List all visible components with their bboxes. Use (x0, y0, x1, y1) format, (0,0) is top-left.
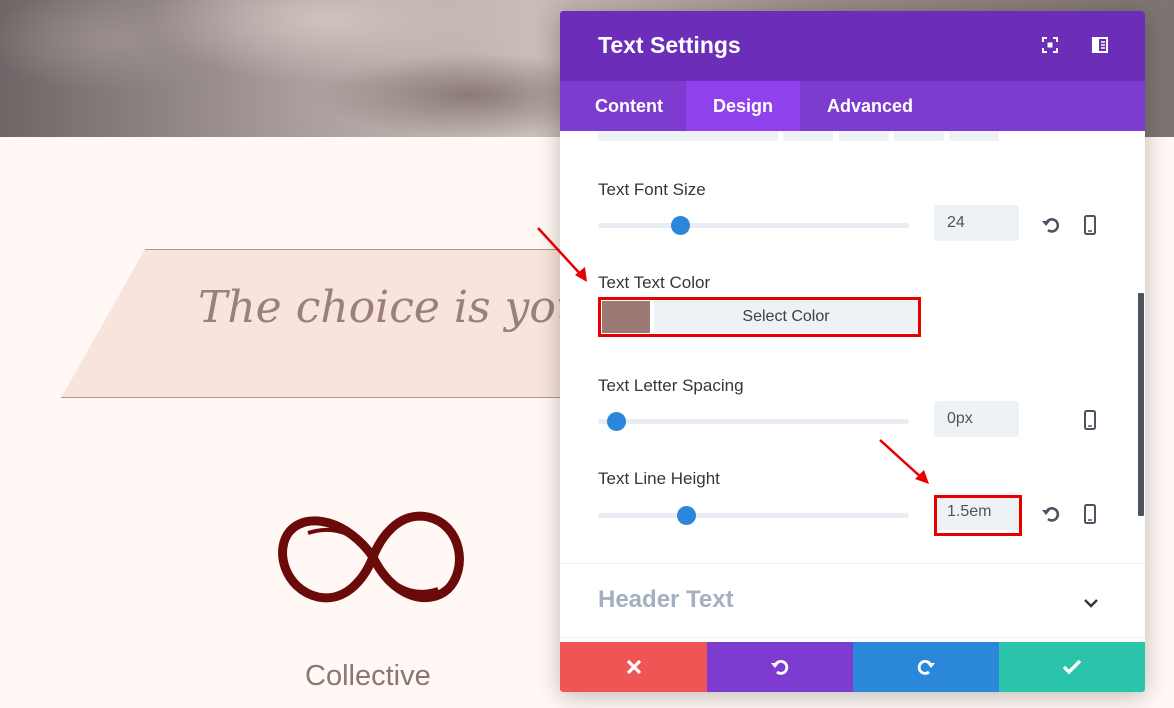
modal-footer (560, 642, 1145, 692)
header-text-section-toggle[interactable]: Header Text (598, 586, 734, 614)
cutoff-button[interactable] (783, 131, 833, 141)
cutoff-button[interactable] (839, 131, 889, 141)
banner-bottom-line (61, 397, 581, 398)
undo-button[interactable] (707, 642, 853, 692)
reset-icon[interactable] (1041, 215, 1061, 235)
infinity-logo-icon (278, 511, 464, 603)
cutoff-select[interactable] (598, 131, 778, 141)
text-settings-modal: Text Settings Content Design Advanced Te… (560, 11, 1145, 692)
slider-thumb[interactable] (677, 506, 696, 525)
mobile-device-icon[interactable] (1080, 215, 1100, 235)
font-size-input[interactable]: 24 (934, 205, 1019, 241)
section-divider (560, 637, 1145, 638)
mobile-device-icon[interactable] (1080, 504, 1100, 524)
annotation-arrow-icon (537, 227, 587, 282)
reset-icon[interactable] (1041, 504, 1061, 524)
scrollbar[interactable] (1138, 293, 1144, 516)
check-icon (1062, 659, 1082, 675)
section-divider (560, 563, 1145, 564)
text-color-label: Text Text Color (598, 273, 711, 292)
line-height-label: Text Line Height (598, 469, 720, 488)
line-height-highlight (934, 495, 1022, 536)
modal-title: Text Settings (598, 32, 741, 58)
letter-spacing-slider[interactable] (598, 411, 909, 431)
font-size-slider[interactable] (598, 215, 909, 235)
tab-design[interactable]: Design (686, 81, 800, 131)
tab-content[interactable]: Content (572, 81, 686, 131)
undo-icon (771, 660, 789, 675)
color-picker-highlighted: Select Color (598, 297, 921, 337)
slider-thumb[interactable] (671, 216, 690, 235)
expand-icon[interactable] (1042, 37, 1058, 53)
cutoff-button[interactable] (949, 131, 999, 141)
chevron-down-icon[interactable] (1081, 593, 1101, 613)
close-icon (626, 659, 641, 675)
redo-icon (917, 660, 935, 675)
letter-spacing-input[interactable]: 0px (934, 401, 1019, 437)
select-color-button[interactable]: Select Color (654, 301, 918, 333)
modal-header: Text Settings (560, 11, 1145, 81)
letter-spacing-label: Text Letter Spacing (598, 376, 744, 395)
color-swatch[interactable] (602, 301, 650, 333)
settings-scroll-area[interactable]: Text Font Size 24 Text Text Color Select… (560, 131, 1145, 642)
slider-track (598, 223, 909, 228)
slider-track (598, 513, 909, 518)
slider-track (598, 419, 909, 424)
annotation-arrow-icon (879, 439, 929, 484)
slider-thumb[interactable] (607, 412, 626, 431)
tab-bar: Content Design Advanced (560, 81, 1145, 131)
save-button[interactable] (999, 642, 1145, 692)
tab-advanced[interactable]: Advanced (800, 81, 940, 131)
brand-name: Collective (305, 660, 431, 692)
cutoff-button[interactable] (894, 131, 944, 141)
split-view-icon[interactable] (1092, 37, 1108, 53)
cancel-button[interactable] (560, 642, 707, 692)
font-size-label: Text Font Size (598, 180, 706, 199)
line-height-slider[interactable] (598, 505, 909, 525)
redo-button[interactable] (853, 642, 999, 692)
banner-top-line (145, 249, 575, 250)
mobile-device-icon[interactable] (1080, 410, 1100, 430)
